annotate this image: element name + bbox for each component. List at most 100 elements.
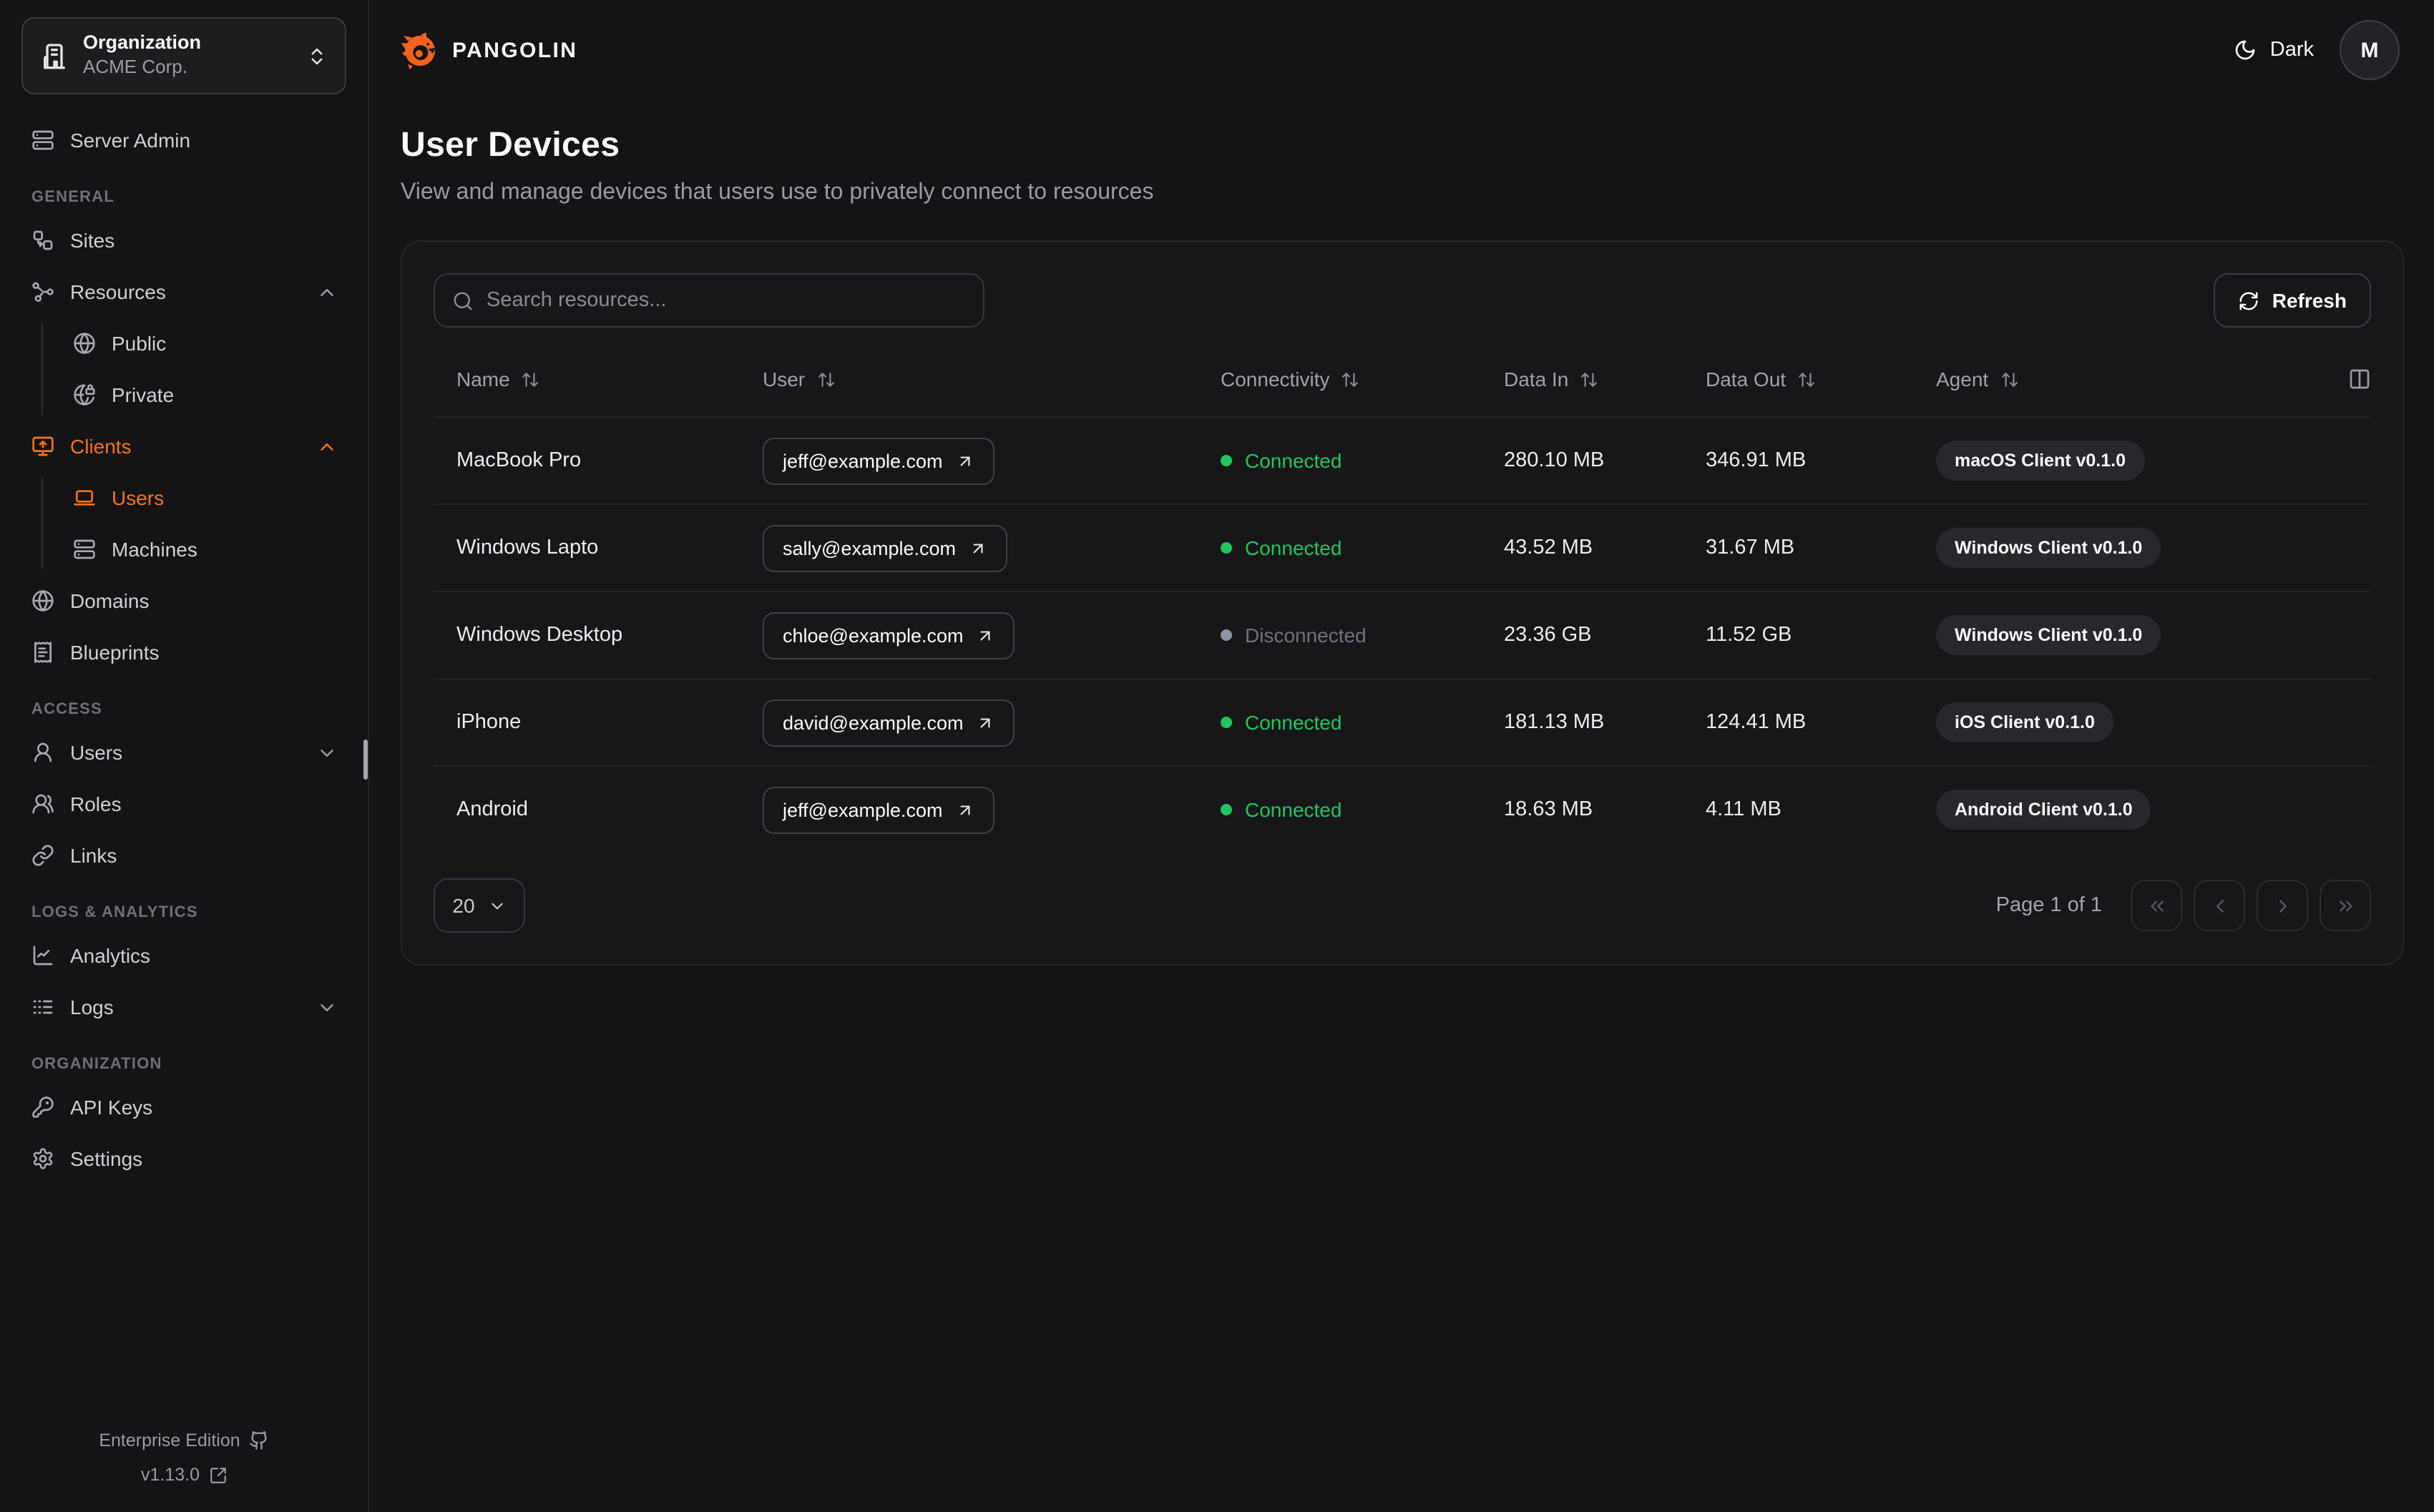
theme-toggle[interactable]: Dark xyxy=(2234,39,2314,62)
column-header-agent[interactable]: Agent xyxy=(1913,368,2337,391)
column-header-data-in[interactable]: Data In xyxy=(1481,368,1683,391)
sidebar-item-sites[interactable]: Sites xyxy=(21,220,346,260)
section-heading-organization: ORGANIZATION xyxy=(31,1056,162,1073)
first-page-button[interactable] xyxy=(2131,880,2182,931)
table-row: iPhone david@example.com Connected 181.1… xyxy=(434,678,2371,765)
table-header-row: Name User Connectivity Data In Data Out … xyxy=(434,342,2371,416)
logs-icon xyxy=(33,1000,53,1014)
device-name: Windows Desktop xyxy=(456,624,623,647)
agent-badge: Windows Client v0.1.0 xyxy=(1936,528,2161,568)
resources-children: Public Private xyxy=(41,323,346,415)
data-out-value: 124.41 MB xyxy=(1706,711,1807,734)
sidebar-item-blueprints[interactable]: Blueprints xyxy=(21,632,346,672)
org-switcher[interactable]: Organization ACME Corp. xyxy=(21,17,346,94)
user-link-button[interactable]: jeff@example.com xyxy=(763,786,994,833)
column-header-data-out[interactable]: Data Out xyxy=(1683,368,1913,391)
external-link-icon xyxy=(210,1467,225,1483)
status-dot xyxy=(1221,455,1232,466)
device-name: MacBook Pro xyxy=(456,449,582,472)
sidebar-item-label: Roles xyxy=(70,792,122,815)
column-header-name[interactable]: Name xyxy=(434,368,740,391)
sidebar-item-resources[interactable]: Resources xyxy=(21,272,346,312)
avatar[interactable]: M xyxy=(2340,20,2400,80)
sidebar-item-server-admin[interactable]: Server Admin xyxy=(21,120,346,160)
data-in-value: 181.13 MB xyxy=(1504,711,1605,734)
sidebar-item-clients[interactable]: Clients xyxy=(21,426,346,466)
agent-badge: Windows Client v0.1.0 xyxy=(1936,615,2161,655)
laptop-icon xyxy=(74,490,95,506)
org-switcher-label: Organization xyxy=(83,31,202,54)
chevron-down-icon xyxy=(491,902,503,909)
next-page-button[interactable] xyxy=(2257,880,2308,931)
sidebar-item-roles[interactable]: Roles xyxy=(21,784,346,824)
sidebar-scrollbar[interactable] xyxy=(363,740,368,780)
user-link-button[interactable]: sally@example.com xyxy=(763,524,1007,571)
sidebar-item-settings[interactable]: Settings xyxy=(21,1139,346,1179)
devices-table: Name User Connectivity Data In Data Out … xyxy=(434,342,2371,853)
sidebar-item-links[interactable]: Links xyxy=(21,835,346,875)
prev-page-button[interactable] xyxy=(2194,880,2245,931)
sort-icon xyxy=(1799,372,1814,386)
user-link-button[interactable]: jeff@example.com xyxy=(763,437,994,484)
sidebar-item-logs[interactable]: Logs xyxy=(21,987,346,1027)
edition-link[interactable]: Enterprise Edition xyxy=(0,1423,368,1458)
user-link-button[interactable]: chloe@example.com xyxy=(763,612,1015,659)
column-visibility-button[interactable] xyxy=(2337,368,2371,391)
table-row: Android jeff@example.com Connected 18.63… xyxy=(434,765,2371,853)
sidebar-item-machines[interactable]: Machines xyxy=(63,529,346,569)
server-icon xyxy=(32,130,54,150)
sidebar-item-domains[interactable]: Domains xyxy=(21,581,346,621)
sidebar-item-analytics[interactable]: Analytics xyxy=(21,936,346,976)
user-link-button[interactable]: david@example.com xyxy=(763,699,1015,746)
refresh-icon xyxy=(2239,291,2258,310)
key-icon xyxy=(32,1096,54,1118)
section-heading-general: GENERAL xyxy=(31,189,114,206)
sidebar-item-users[interactable]: Users xyxy=(21,732,346,772)
agent-badge: macOS Client v0.1.0 xyxy=(1936,441,2145,481)
sidebar-item-label: Blueprints xyxy=(70,641,160,664)
refresh-button[interactable]: Refresh xyxy=(2213,273,2371,328)
globe-lock-icon xyxy=(74,384,95,406)
last-page-button[interactable] xyxy=(2320,880,2371,931)
page-size-select[interactable]: 20 xyxy=(434,878,525,933)
table-footer: 20 Page 1 of 1 xyxy=(434,878,2371,933)
table-row: Windows Lapto sally@example.com Connecte… xyxy=(434,504,2371,591)
link-icon xyxy=(32,845,54,866)
sidebar-item-label: Analytics xyxy=(70,944,151,967)
sidebar-nav: Server Admin GENERAL Sites Resources Pub… xyxy=(0,94,368,1423)
search-input[interactable] xyxy=(487,289,966,312)
theme-label: Dark xyxy=(2269,39,2314,62)
status-dot xyxy=(1221,717,1232,728)
arrow-up-right-icon xyxy=(960,805,970,815)
data-out-value: 346.91 MB xyxy=(1706,449,1807,472)
sort-icon xyxy=(1342,372,1359,386)
sort-icon xyxy=(2001,372,2018,386)
sidebar-item-label: Server Admin xyxy=(70,129,191,152)
sidebar-item-label: Domains xyxy=(70,589,150,612)
chevron-right-icon xyxy=(2279,899,2286,912)
sidebar-item-api-keys[interactable]: API Keys xyxy=(21,1087,346,1127)
moon-icon xyxy=(2236,40,2256,60)
chevron-up-icon xyxy=(321,288,333,295)
sidebar-item-client-users[interactable]: Users xyxy=(63,478,346,518)
sidebar-item-label: Public xyxy=(112,332,167,355)
data-out-value: 4.11 MB xyxy=(1706,798,1781,821)
column-header-connectivity[interactable]: Connectivity xyxy=(1198,368,1481,391)
refresh-label: Refresh xyxy=(2272,289,2347,312)
connectivity-status: Connected xyxy=(1221,536,1341,559)
arrow-up-right-icon xyxy=(960,456,970,466)
status-dot xyxy=(1221,804,1232,815)
brand-logo[interactable]: PANGOLIN xyxy=(401,31,577,69)
search-box xyxy=(434,273,984,328)
version-link[interactable]: v1.13.0 xyxy=(0,1458,368,1492)
brand-name: PANGOLIN xyxy=(452,38,578,62)
sidebar-item-private[interactable]: Private xyxy=(63,375,346,415)
sidebar-item-label: Clients xyxy=(70,435,132,458)
clients-children: Users Machines xyxy=(41,478,346,569)
page-subtitle: View and manage devices that users use t… xyxy=(401,180,1154,205)
device-name: Android xyxy=(456,798,528,821)
users-icon xyxy=(32,794,54,814)
column-header-user[interactable]: User xyxy=(740,368,1198,391)
sidebar-item-label: Users xyxy=(70,741,123,764)
sidebar-item-public[interactable]: Public xyxy=(63,323,346,363)
